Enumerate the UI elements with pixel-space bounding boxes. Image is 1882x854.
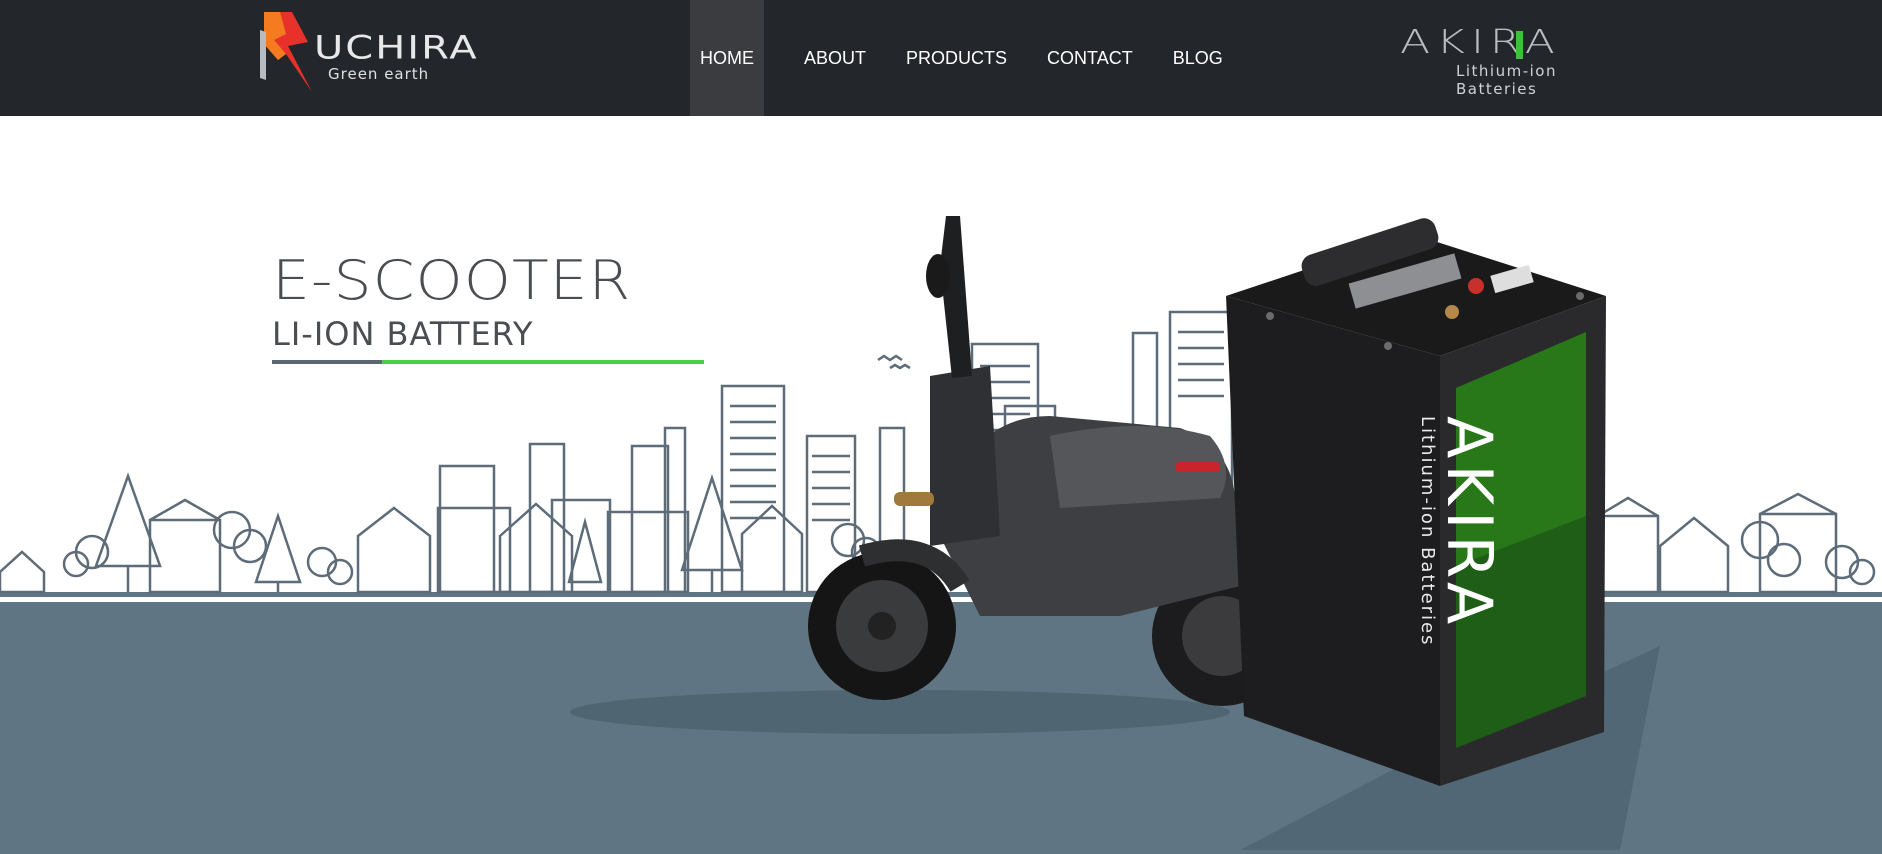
top-navbar: UCHIRA Green earth HOME ABOUT PRODUCTS C…	[0, 0, 1882, 116]
hero-underline-grey	[272, 360, 382, 364]
hero-title: E-SCOOTER	[272, 249, 632, 313]
nav-products-link[interactable]: PRODUCTS	[886, 0, 1027, 116]
battery-brand-tagline: Lithium-ion Batteries	[1417, 416, 1438, 647]
uchira-logo-tagline: Green earth	[328, 65, 430, 83]
nav-blog-link[interactable]: BLOG	[1153, 0, 1243, 116]
akira-logo-name: AKIRA	[1400, 23, 1561, 62]
main-menu: HOME ABOUT PRODUCTS CONTACT BLOG	[690, 0, 1243, 116]
nav-contact-label: CONTACT	[1047, 47, 1133, 68]
hero-subtitle: LI-ION BATTERY	[272, 315, 534, 353]
uchira-logo[interactable]: UCHIRA Green earth	[256, 10, 486, 96]
nav-about-label: ABOUT	[804, 47, 867, 68]
battery-brand-name: AKIRA	[1433, 416, 1506, 631]
nav-blog-label: BLOG	[1172, 47, 1223, 68]
uchira-bolt-icon	[260, 12, 312, 92]
battery-pack-image	[1226, 218, 1606, 786]
uchira-logo-name: UCHIRA	[314, 29, 479, 67]
nav-contact-link[interactable]: CONTACT	[1027, 0, 1153, 116]
akira-logo-tagline: Lithium-ion Batteries	[1456, 62, 1557, 98]
hero-banner: E-SCOOTER LI-ION BATTERY AKIRA Lithium-i…	[0, 116, 1882, 854]
akira-logo-green-bar	[1516, 31, 1523, 59]
akira-logo[interactable]: AKIRA Lithium-ion Batteries	[1400, 23, 1640, 98]
nav-home-link[interactable]: HOME	[690, 0, 764, 116]
nav-home-label: HOME	[700, 47, 754, 68]
nav-about-link[interactable]: ABOUT	[784, 0, 886, 116]
battery-label-text: AKIRA Lithium-ion Batteries	[1417, 416, 1506, 656]
hero-underline-green	[382, 360, 704, 364]
hero-illustration	[0, 216, 1882, 854]
nav-products-label: PRODUCTS	[906, 47, 1008, 68]
